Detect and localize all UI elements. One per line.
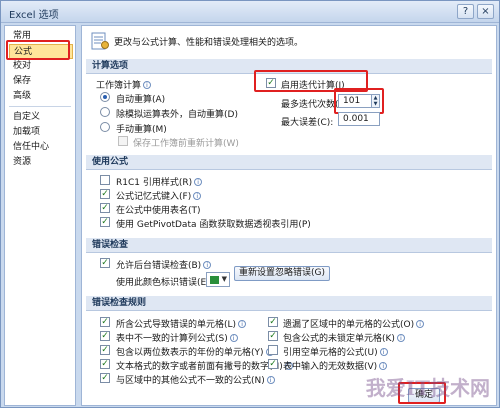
checkbox-rule-error-formulas[interactable]: ✓: [100, 317, 110, 327]
checkbox-getpivotdata-label: 使用 GetPivotData 函数获取数据透视表引用(P): [116, 220, 311, 230]
rule-label: 引用空单元格的公式(U) i: [283, 345, 388, 358]
radio-manual-label: 手动重算(M): [116, 125, 167, 135]
checkbox-background-errorcheck-label: 允许后台错误检查(B) i: [116, 258, 212, 271]
rule-label: 文本格式的数字或者前面有撇号的数字(H) i: [116, 359, 293, 372]
dialog-title: Excel 选项: [9, 10, 59, 21]
checkbox-rule-empty-cells[interactable]: [268, 345, 278, 355]
sidebar-item-save[interactable]: 保存: [9, 74, 73, 89]
checkbox-rule-omitted-cells[interactable]: ✓: [268, 317, 278, 327]
document-settings-icon: [91, 32, 109, 50]
highlight-box-formulas: [6, 40, 70, 60]
checkbox-autocomplete-label: 公式记忆式键入(F) i: [116, 189, 202, 202]
rule-label: 遗漏了区域中的单元格的公式(O) i: [283, 317, 425, 330]
checkbox-rule-text-numbers[interactable]: ✓: [100, 359, 110, 369]
info-icon: i: [143, 81, 152, 89]
info-icon: i: [238, 320, 247, 328]
sidebar-item-advanced[interactable]: 高级: [9, 89, 73, 104]
info-icon: i: [266, 376, 275, 384]
info-icon: i: [416, 320, 425, 328]
sidebar-divider: [9, 106, 71, 107]
sidebar-item-trust-center[interactable]: 信任中心: [9, 140, 73, 155]
title-bar: Excel 选项 ? ×: [1, 1, 499, 23]
info-icon: i: [194, 178, 203, 186]
rule-label: 包含以两位数表示的年份的单元格(Y)i: [116, 345, 274, 358]
excel-options-dialog: Excel 选项 ? × 常用 公式 校对 保存 高级 自定义 加载项 信任中心…: [0, 0, 500, 408]
radio-auto-label: 自动重算(A): [116, 95, 166, 105]
reset-ignored-errors-button[interactable]: 重新设置忽略错误(G): [234, 266, 330, 281]
section-formulas-header: 使用公式: [86, 155, 492, 170]
close-button[interactable]: ×: [477, 4, 494, 19]
section-errorcheck-header: 错误检查: [86, 238, 492, 253]
rule-label: 表中输入的无效数据(V) i: [283, 359, 388, 372]
info-icon: i: [379, 348, 388, 356]
rule-label: 包含公式的未锁定单元格(K) i: [283, 331, 405, 344]
checkbox-recalc-before-save[interactable]: [118, 136, 128, 146]
radio-auto-except-tables-label: 除模拟运算表外，自动重算(D): [116, 110, 238, 120]
section-rules-header: 错误检查规则: [86, 296, 492, 311]
options-content: 更改与公式计算、性能和错误处理相关的选项。 计算选项 工作簿计算 i 自动重算(A…: [81, 25, 497, 406]
error-color-picker[interactable]: ▼: [206, 272, 230, 287]
sidebar-item-resources[interactable]: 资源: [9, 155, 73, 170]
checkbox-r1c1[interactable]: [100, 175, 110, 185]
sidebar-item-addins[interactable]: 加载项: [9, 125, 73, 140]
radio-auto-except-tables[interactable]: [100, 107, 110, 117]
color-swatch: [210, 276, 219, 284]
workbook-calc-label: 工作簿计算 i: [96, 78, 152, 91]
header-description: 更改与公式计算、性能和错误处理相关的选项。: [114, 38, 304, 48]
radio-manual[interactable]: [100, 122, 110, 132]
sidebar-item-customize[interactable]: 自定义: [9, 110, 73, 125]
info-icon: i: [379, 362, 388, 370]
highlight-box-iterations: [334, 88, 384, 114]
checkbox-r1c1-label: R1C1 引用样式(R) i: [116, 175, 203, 188]
checkbox-autocomplete[interactable]: ✓: [100, 189, 110, 199]
chevron-down-icon: ▼: [221, 275, 227, 283]
max-change-label: 最大误差(C):: [281, 118, 334, 128]
watermark-text: 我爱IT技术网: [365, 376, 490, 400]
info-icon: i: [396, 334, 405, 342]
checkbox-rule-inconsistent-column[interactable]: ✓: [100, 331, 110, 341]
info-icon: i: [229, 334, 238, 342]
checkbox-rule-two-digit-year[interactable]: ✓: [100, 345, 110, 355]
checkbox-table-names-label: 在公式中使用表名(T): [116, 206, 201, 216]
checkbox-recalc-before-save-label: 保存工作簿前重新计算(W): [133, 139, 239, 149]
error-color-label: 使用此颜色标识错误(E):: [116, 278, 213, 288]
rule-label: 所含公式导致错误的单元格(L) i: [116, 317, 247, 330]
checkbox-background-errorcheck[interactable]: ✓: [100, 258, 110, 268]
options-sidebar: 常用 公式 校对 保存 高级 自定义 加载项 信任中心 资源: [4, 25, 76, 406]
checkbox-rule-unlocked-cells[interactable]: ✓: [268, 331, 278, 341]
sidebar-item-proofing[interactable]: 校对: [9, 59, 73, 74]
checkbox-table-names[interactable]: ✓: [100, 203, 110, 213]
radio-auto[interactable]: [100, 92, 110, 102]
help-button[interactable]: ?: [457, 4, 474, 19]
info-icon: i: [193, 192, 202, 200]
info-icon: i: [203, 261, 212, 269]
checkbox-getpivotdata[interactable]: ✓: [100, 217, 110, 227]
rule-label: 表中不一致的计算列公式(S) i: [116, 331, 238, 344]
checkbox-rule-inconsistent-formula[interactable]: ✓: [100, 373, 110, 383]
checkbox-rule-invalid-data[interactable]: ✓: [268, 359, 278, 369]
max-change-input[interactable]: 0.001: [338, 112, 380, 126]
rule-label: 与区域中的其他公式不一致的公式(N) i: [116, 373, 275, 386]
